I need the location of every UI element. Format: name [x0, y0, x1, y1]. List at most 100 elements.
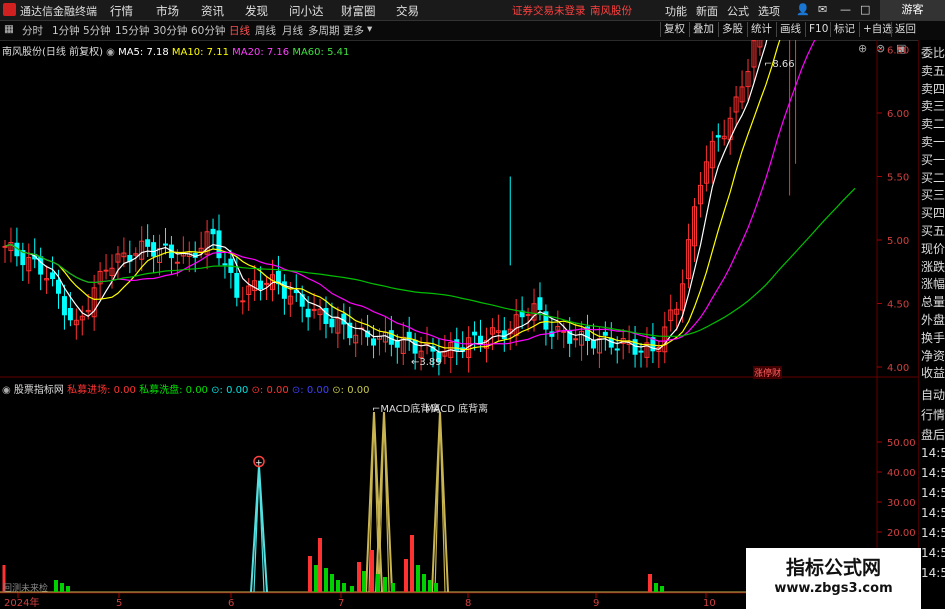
menu-quotes[interactable]: 行情 [110, 3, 133, 19]
menu-formula[interactable]: 公式 [727, 3, 749, 19]
indicator-bar [404, 559, 408, 592]
indicator-bar [383, 577, 387, 592]
tick-field-label: 14:5 [921, 446, 945, 460]
title-bar: 通达信金融终端 行情 市场 资讯 发现 问小达 财富圈 交易 证券交易未登录 南… [0, 0, 945, 21]
watermark-title: 指标公式网 [785, 557, 881, 579]
indicator-bar [324, 568, 328, 592]
candle [371, 338, 377, 346]
menu-market[interactable]: 市场 [156, 3, 179, 19]
multi-stock-button[interactable]: 多股 [718, 22, 746, 37]
signal-peak [431, 411, 449, 593]
quote-field-label: 卖五 [921, 63, 945, 78]
ma5-line [4, 40, 768, 353]
stats-button[interactable]: 统计 [747, 22, 775, 37]
indicator-bar [342, 583, 346, 592]
period-toolbar: ▦ 分时 1分钟 5分钟 15分钟 30分钟 60分钟 日线 周线 月线 多周期… [0, 21, 945, 41]
minimize-icon[interactable]: — [840, 3, 851, 16]
tick-field-label: 14:5 [921, 566, 945, 580]
candle [240, 300, 246, 303]
quote-field-label: 买二 [921, 170, 945, 185]
back-button[interactable]: 返回 [891, 22, 919, 37]
quote-field-label: 卖三 [921, 99, 945, 114]
indicator-bar [648, 574, 652, 592]
indicator-bar [370, 550, 374, 592]
menu-news[interactable]: 资讯 [201, 3, 224, 19]
tick-field-label: 14:5 [921, 526, 945, 540]
tf-weekly[interactable]: 周线 [255, 23, 276, 38]
quote-field-label: 买五 [921, 224, 945, 238]
indicator-bar [362, 571, 366, 592]
quote-field-label: 买四 [921, 206, 945, 221]
tf-more[interactable]: 更多 [343, 23, 364, 38]
f10-button[interactable]: F10 [805, 22, 831, 37]
indicator-bar [391, 583, 395, 592]
app-title: 通达信金融终端 [20, 5, 97, 18]
mark-button[interactable]: 标记 [830, 22, 858, 37]
guest-button[interactable]: 游客 [880, 0, 945, 20]
menu-wealth[interactable]: 财富圈 [341, 3, 376, 19]
tf-monthly[interactable]: 月线 [282, 23, 303, 38]
menu-ask[interactable]: 问小达 [289, 3, 324, 19]
draw-button[interactable]: 画线 [776, 22, 804, 37]
candle [573, 338, 579, 341]
candle [210, 228, 216, 235]
candle [151, 242, 157, 257]
tf-60min[interactable]: 60分钟 [191, 23, 225, 38]
candle [394, 340, 400, 348]
candle [561, 330, 567, 333]
more-dropdown-icon[interactable]: ▾ [367, 23, 372, 35]
indicator-tick-label: 50.00 [887, 438, 916, 449]
indicator-bar [422, 574, 426, 592]
tick-field-label: 14:5 [921, 466, 945, 480]
quote-field-label: 收益 [921, 366, 945, 381]
candle [305, 308, 311, 318]
user-icon[interactable]: 👤 [796, 3, 810, 16]
ma20-line [4, 40, 816, 346]
price-tick-label: 6.00 [887, 109, 909, 120]
menu-new-page[interactable]: 新面 [696, 3, 718, 19]
tf-daily[interactable]: 日线 [229, 23, 250, 38]
candle [67, 308, 73, 321]
indicator-bar [308, 556, 312, 592]
ma60-line [4, 187, 856, 337]
tf-5min[interactable]: 5分钟 [83, 23, 111, 38]
date-tick-label: 8 [465, 598, 471, 609]
tf-15min[interactable]: 15分钟 [115, 23, 149, 38]
quote-field-label: 涨跌 [921, 259, 945, 274]
login-warning[interactable]: 证券交易未登录 [512, 3, 586, 18]
candle [412, 339, 418, 354]
maximize-icon[interactable]: □ [860, 3, 870, 16]
tf-1min[interactable]: 1分钟 [52, 23, 80, 38]
indicator-tick-label: 30.00 [887, 498, 916, 509]
candle [216, 230, 222, 259]
date-tick-label: 2024年 [4, 596, 39, 609]
indicator-bar [416, 565, 420, 592]
menu-functions[interactable]: 功能 [665, 3, 687, 19]
candle [55, 279, 61, 294]
app-logo-icon [3, 3, 16, 16]
tick-field-label: 盘后 [921, 428, 945, 442]
tf-multi[interactable]: 多周期 [308, 23, 340, 38]
tf-intraday[interactable]: 分时 [22, 23, 43, 38]
indicator-bar [330, 574, 334, 592]
message-icon[interactable]: ✉ [818, 3, 827, 16]
indicator-tick-label: 20.00 [887, 528, 916, 539]
quote-field-label: 换手 [921, 330, 945, 345]
indicator-bar [60, 583, 64, 592]
indicator-bar [428, 580, 432, 592]
kline-chart[interactable]: + 8.508.007.507.006.506.005.505.004.504.… [0, 40, 918, 609]
overlay-button[interactable]: 叠加 [689, 22, 717, 37]
adjust-button[interactable]: 复权 [660, 22, 688, 37]
menu-trade[interactable]: 交易 [396, 3, 419, 19]
quote-field-label: 现价 [921, 241, 945, 256]
quote-field-label: 买三 [921, 188, 945, 203]
ma10-line [4, 40, 781, 351]
watermark-url: www.zbgs3.com [774, 581, 893, 596]
menu-discover[interactable]: 发现 [245, 3, 268, 19]
tf-30min[interactable]: 30分钟 [153, 23, 187, 38]
price-tick-label: 5.50 [887, 173, 909, 184]
price-tick-label: 4.50 [887, 300, 909, 311]
candle [145, 239, 151, 247]
menu-options[interactable]: 选项 [758, 3, 780, 19]
grid-icon[interactable]: ▦ [4, 23, 14, 35]
